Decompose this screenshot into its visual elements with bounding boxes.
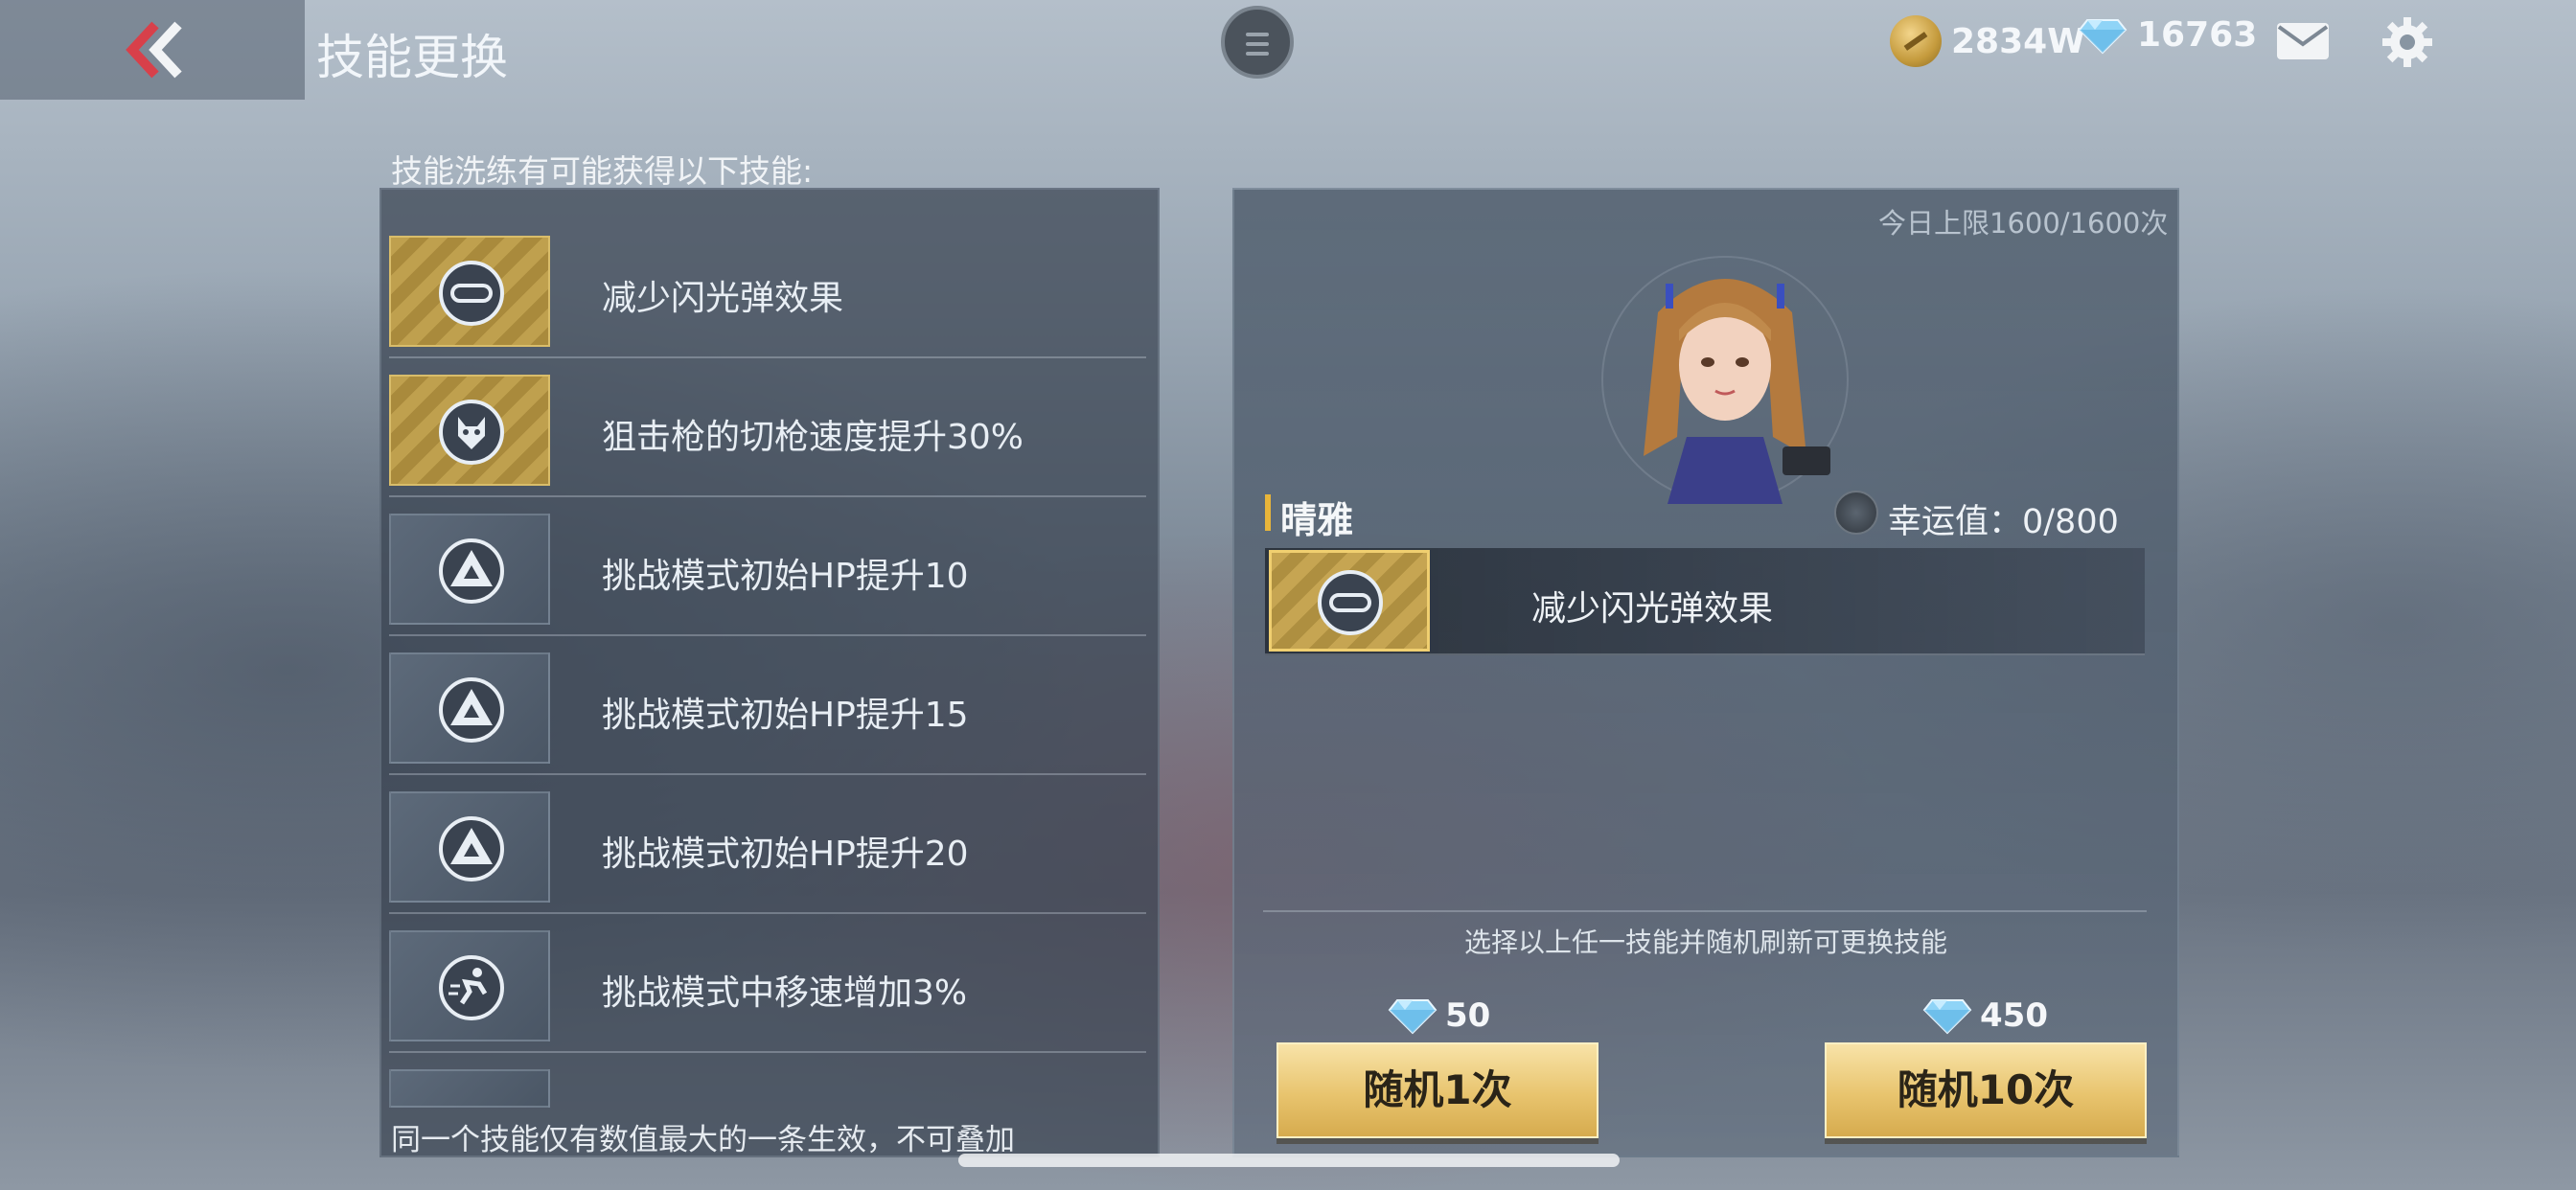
daily-limit-text: 今日上限1600/1600次 (1878, 207, 2169, 240)
skill-pool-label: 挑战模式初始HP提升20 (602, 835, 969, 874)
skill-thumbnail (389, 514, 550, 625)
skill-thumbnail (389, 375, 550, 486)
divider (1263, 910, 2147, 912)
skill-thumbnail (389, 236, 550, 347)
mail-icon[interactable] (2275, 21, 2331, 61)
roll-ten-cost: 450 (1922, 996, 2048, 1035)
home-indicator[interactable] (958, 1154, 1620, 1167)
skill-pool-label: 狙击枪的切枪速度提升30% (602, 418, 1024, 457)
skill-pool-label: 减少闪光弹效果 (602, 279, 844, 318)
current-skill-label: 减少闪光弹效果 (1531, 589, 1774, 629)
gold-coin-icon (1890, 15, 1942, 67)
goggles-icon (439, 261, 504, 326)
roll-once-button[interactable]: 随机1次 (1276, 1042, 1598, 1138)
luck-value: 幸运值：0/800 (1888, 503, 2119, 541)
skill-pool-list[interactable]: 减少闪光弹效果 狙击枪的切枪速度提升30% 挑战模式初始HP提升10 挑战模式初… (380, 188, 1160, 1157)
goggles-icon (1318, 570, 1383, 635)
character-name: 晴雅 (1280, 499, 1354, 541)
skill-pool-item: 挑战模式初始HP提升15 (389, 635, 1146, 775)
skill-pool-item: 挑战模式中移速增加3% (389, 913, 1146, 1053)
back-button[interactable] (0, 0, 305, 100)
diamond-icon (2078, 18, 2128, 54)
skill-pool-label: 挑战模式初始HP提升15 (602, 696, 969, 735)
running-man-icon (439, 955, 504, 1020)
diamond-amount: 16763 (2137, 15, 2258, 55)
triangle-emblem-icon (439, 816, 504, 881)
gold-amount: 2834W (1951, 21, 2085, 61)
page-title: 技能更换 (316, 30, 508, 85)
roll-once-cost: 50 (1388, 996, 1490, 1035)
diamond-icon (1388, 999, 1438, 1035)
triangle-emblem-icon (439, 538, 504, 604)
skill-thumbnail (389, 652, 550, 764)
skill-thumbnail (389, 791, 550, 903)
gold-balance[interactable]: 2834W (1890, 15, 2085, 67)
skill-thumbnail (389, 1069, 550, 1108)
skill-stack-note: 同一个技能仅有数值最大的一条生效，不可叠加 (391, 1123, 1015, 1157)
roll-ten-cost-value: 450 (1980, 996, 2048, 1035)
skill-thumbnail (389, 930, 550, 1041)
skill-pool-label: 挑战模式中移速增加3% (602, 973, 968, 1013)
refresh-hint: 选择以上任一技能并随机刷新可更换技能 (1463, 927, 1947, 958)
triangle-emblem-icon (439, 677, 504, 743)
back-chevron-icon (126, 21, 182, 79)
settings-gear-icon[interactable] (2380, 15, 2434, 69)
roll-once-cost-value: 50 (1445, 996, 1491, 1035)
clover-icon (1834, 491, 1878, 535)
skill-pool-heading: 技能洗练有可能获得以下技能: (391, 152, 814, 190)
character-name-marker (1265, 494, 1271, 531)
menu-button[interactable] (1221, 6, 1294, 79)
diamond-balance[interactable]: 16763 (2078, 15, 2257, 55)
skill-pool-item: 挑战模式初始HP提升10 (389, 496, 1146, 636)
character-portrait (1601, 256, 1849, 504)
current-skill-thumbnail (1269, 550, 1430, 652)
skill-pool-item: 狙击枪的切枪速度提升30% (389, 357, 1146, 497)
skill-pool-item: 减少闪光弹效果 (389, 218, 1146, 358)
skill-pool-item: 挑战模式初始HP提升20 (389, 774, 1146, 914)
wolf-emblem-icon (439, 400, 504, 465)
diamond-icon (1922, 999, 1972, 1035)
skill-pool-label: 挑战模式初始HP提升10 (602, 557, 969, 596)
roll-ten-button[interactable]: 随机10次 (1825, 1042, 2147, 1138)
